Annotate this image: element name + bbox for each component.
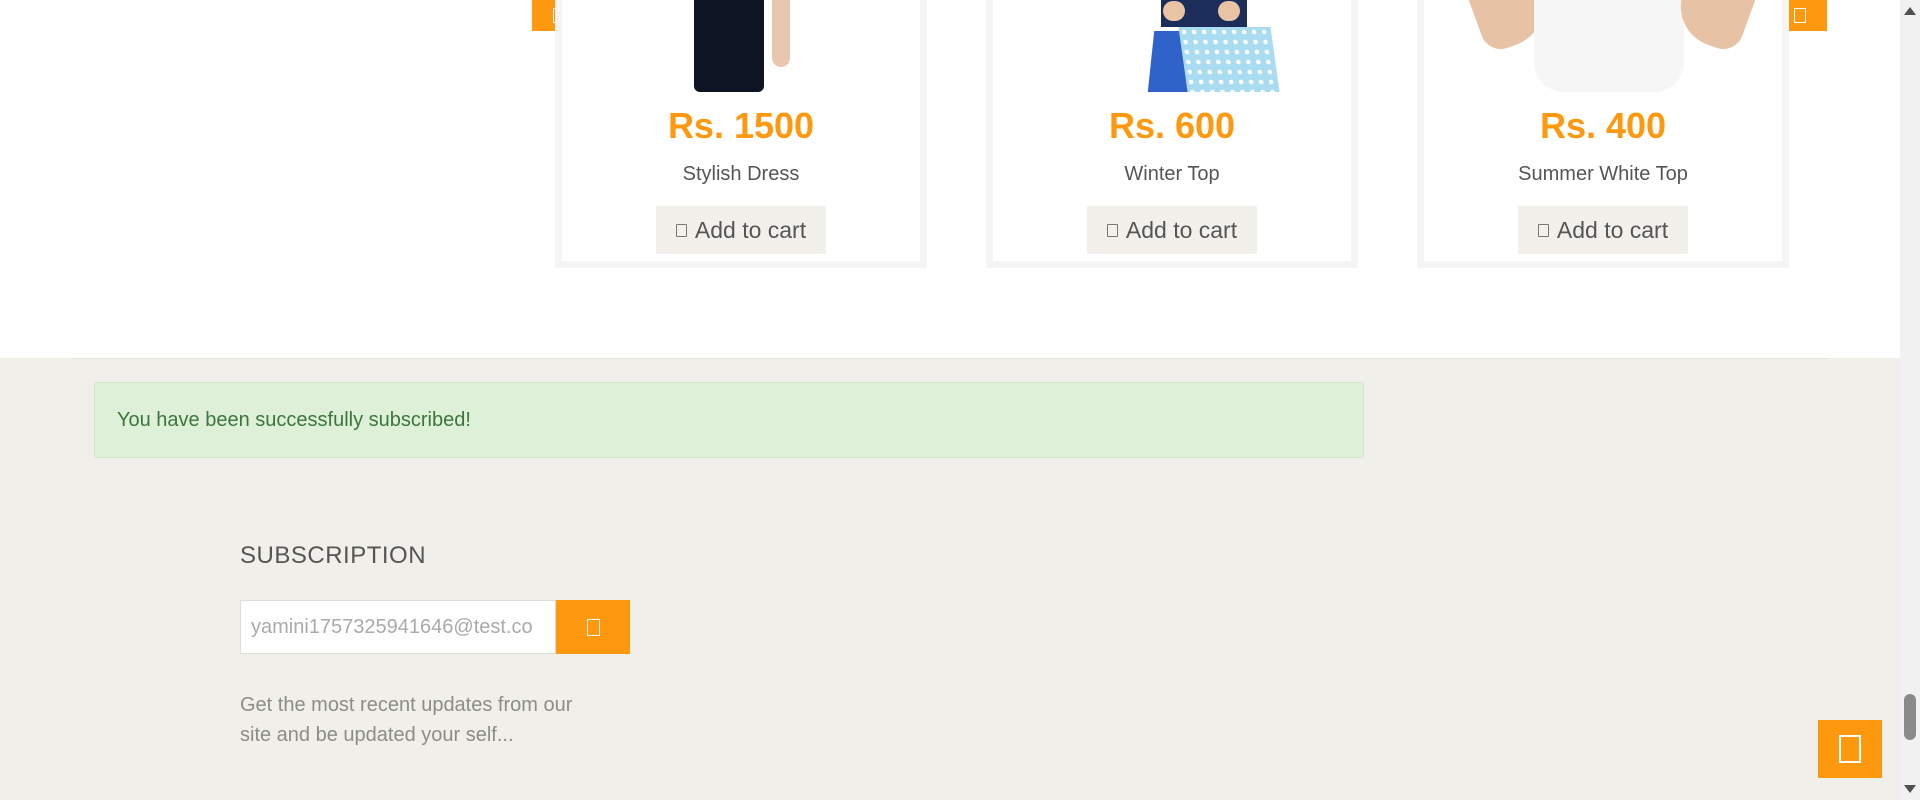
vertical-scrollbar[interactable]: [1900, 0, 1920, 800]
shopping-cart-icon: [675, 223, 687, 237]
product-name: Stylish Dress: [682, 163, 800, 185]
product-image[interactable]: [582, 0, 900, 92]
product-card-winter-top: Rs. 600 Winter Top Add to cart: [986, 0, 1358, 268]
subscription-email-input[interactable]: [240, 600, 556, 654]
arrow-circle-right-icon: [586, 618, 600, 636]
angle-up-icon: [1839, 735, 1861, 763]
subscription-title: SUBSCRIPTION: [240, 542, 427, 569]
product-name: Winter Top: [1124, 163, 1220, 185]
add-to-cart-label: Add to cart: [1556, 216, 1669, 243]
product-image[interactable]: [1444, 0, 1762, 92]
shopping-cart-icon: [1537, 223, 1549, 237]
scrollbar-up-arrow-icon[interactable]: [1904, 7, 1916, 15]
subscribe-button[interactable]: [556, 600, 630, 654]
product-name: Summer White Top: [1518, 163, 1688, 185]
product-price: Rs. 400: [1539, 105, 1667, 146]
footer-divider: [70, 358, 1830, 359]
subscription-description: Get the most recent updates from our sit…: [240, 694, 573, 746]
scrollbar-thumb[interactable]: [1904, 694, 1916, 740]
add-to-cart-label: Add to cart: [694, 216, 807, 243]
product-price: Rs. 1500: [667, 105, 815, 146]
product-image[interactable]: [1013, 0, 1331, 92]
scrollbar-down-arrow-icon[interactable]: [1904, 785, 1916, 793]
success-alert-message: You have been successfully subscribed!: [117, 408, 471, 431]
add-to-cart-button[interactable]: Add to cart: [1087, 206, 1257, 254]
add-to-cart-button[interactable]: Add to cart: [656, 206, 826, 254]
product-price: Rs. 600: [1108, 105, 1236, 146]
scroll-to-top-button[interactable]: [1818, 720, 1882, 778]
footer: You have been successfully subscribed! S…: [0, 358, 1900, 800]
product-card-summer-white-top: Rs. 400 Summer White Top Add to cart: [1417, 0, 1789, 268]
success-alert: You have been successfully subscribed!: [94, 382, 1364, 458]
product-card-stylish-dress: Rs. 1500 Stylish Dress Add to cart: [555, 0, 927, 268]
add-to-cart-button[interactable]: Add to cart: [1518, 206, 1688, 254]
add-to-cart-label: Add to cart: [1125, 216, 1238, 243]
shopping-cart-icon: [1106, 223, 1118, 237]
product-grid: Rs. 1500 Stylish Dress Add to cart Rs. 6…: [0, 0, 1900, 358]
